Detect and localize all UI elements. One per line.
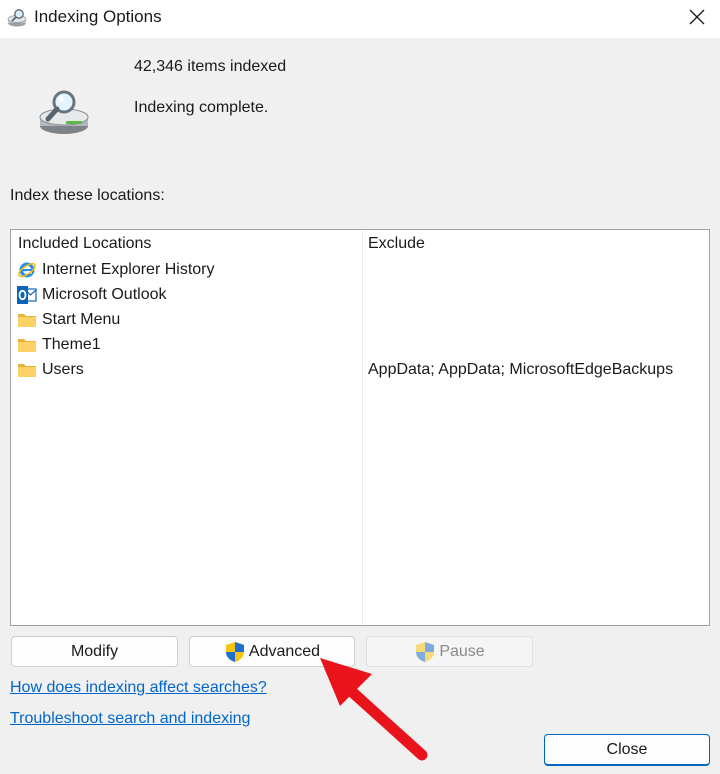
location-name: Internet Explorer History xyxy=(42,261,215,278)
advanced-button-label: Advanced xyxy=(248,642,321,660)
location-name: Users xyxy=(42,361,84,378)
pause-button-label: Pause xyxy=(439,642,485,660)
uac-shield-icon xyxy=(225,641,244,662)
folder-icon xyxy=(18,364,36,377)
internet-explorer-icon xyxy=(18,262,36,278)
title-bar: Indexing Options xyxy=(0,0,720,38)
included-locations-header[interactable]: Included Locations xyxy=(18,235,151,253)
outlook-icon xyxy=(17,286,37,304)
close-button[interactable]: Close xyxy=(544,734,710,766)
folder-icon xyxy=(18,339,36,352)
indexing-affects-searches-link[interactable]: How does indexing affect searches? xyxy=(10,679,267,697)
location-exclude: AppData; AppData; MicrosoftEdgeBackups xyxy=(368,361,674,378)
location-row[interactable]: Start Menu xyxy=(11,308,709,333)
indexing-status: Indexing complete. xyxy=(134,99,269,116)
close-icon xyxy=(689,9,705,25)
exclude-header[interactable]: Exclude xyxy=(368,235,425,253)
indexing-options-icon xyxy=(7,9,27,27)
location-name: Microsoft Outlook xyxy=(42,286,167,303)
pause-button[interactable]: Pause xyxy=(366,636,533,667)
location-row[interactable]: Users AppData; AppData; MicrosoftEdgeBac… xyxy=(11,358,709,383)
window-title: Indexing Options xyxy=(34,7,162,26)
window-close-button[interactable] xyxy=(674,0,720,34)
location-row[interactable]: Internet Explorer History xyxy=(11,258,709,283)
location-name: Theme1 xyxy=(42,336,101,353)
folder-icon xyxy=(18,314,36,327)
location-name: Start Menu xyxy=(42,311,121,328)
advanced-button[interactable]: Advanced xyxy=(189,636,355,667)
locations-label: Index these locations: xyxy=(10,187,165,204)
modify-button[interactable]: Modify xyxy=(11,636,178,667)
close-button-label: Close xyxy=(606,740,648,758)
modify-button-label: Modify xyxy=(70,642,119,660)
location-row[interactable]: Theme1 xyxy=(11,333,709,358)
items-indexed-count: 42,346 items indexed xyxy=(134,58,287,75)
location-row[interactable]: Microsoft Outlook xyxy=(11,283,709,308)
locations-list[interactable]: Included Locations Exclude Internet Expl… xyxy=(10,229,710,626)
troubleshoot-indexing-link[interactable]: Troubleshoot search and indexing xyxy=(10,710,250,728)
uac-shield-icon xyxy=(416,641,435,662)
hard-drive-magnifier-icon xyxy=(39,90,89,134)
